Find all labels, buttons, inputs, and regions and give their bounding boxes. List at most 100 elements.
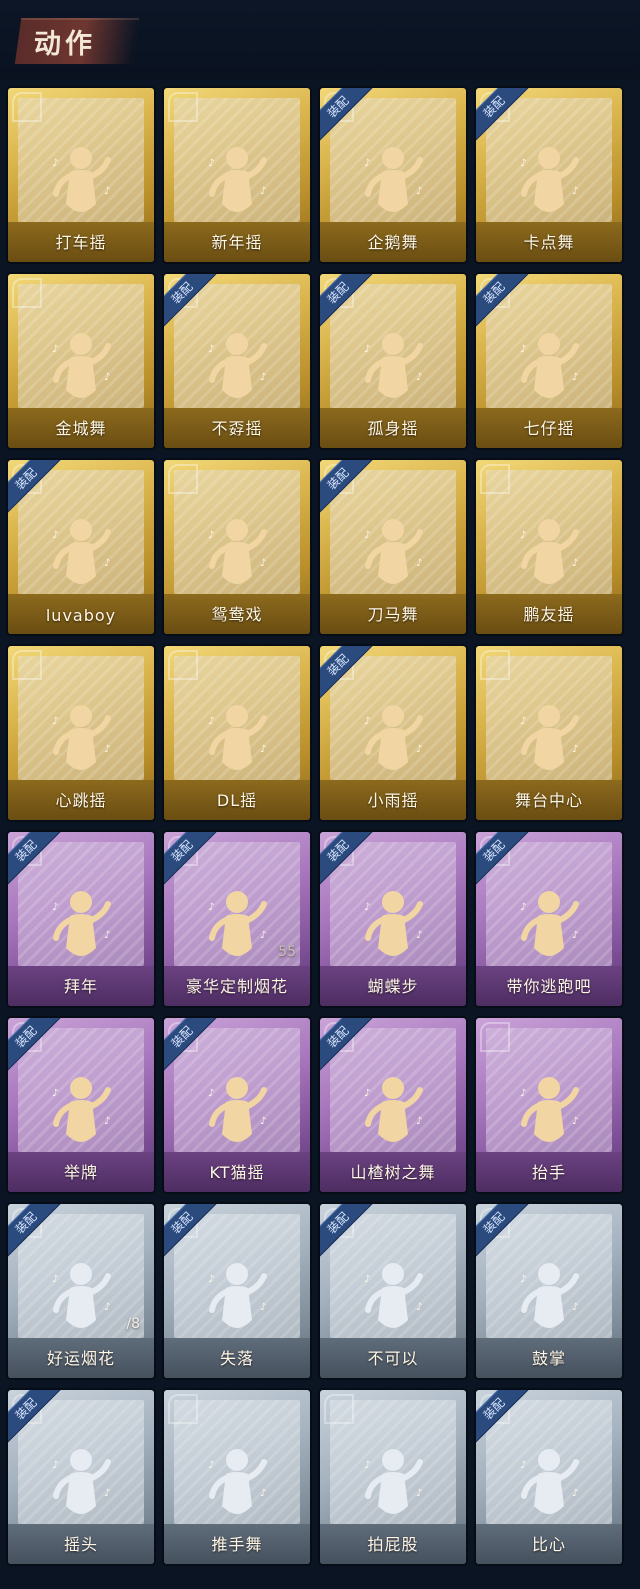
- emote-card[interactable]: ♪ ♪ 山楂树之舞 装配: [320, 1018, 466, 1192]
- svg-text:♪: ♪: [416, 186, 422, 197]
- emote-card[interactable]: ♪ ♪ luvaboy 装配: [8, 460, 154, 634]
- emote-card[interactable]: ♪ ♪ 举牌 装配: [8, 1018, 154, 1192]
- svg-text:♪: ♪: [572, 1302, 578, 1313]
- svg-text:♪: ♪: [572, 744, 578, 755]
- emote-card[interactable]: ♪ ♪ 心跳摇: [8, 646, 154, 820]
- frame-ornament: [168, 464, 198, 494]
- frame-ornament: [324, 1394, 354, 1424]
- emote-card[interactable]: ♪ ♪ DL摇: [164, 646, 310, 820]
- figure-center-icon: ♪ ♪: [514, 700, 584, 784]
- emote-card[interactable]: ♪ ♪ 不孬摇 装配: [164, 274, 310, 448]
- emote-card[interactable]: ♪ ♪ 孤身摇 装配: [320, 274, 466, 448]
- emote-card[interactable]: ♪ ♪ 打车摇: [8, 88, 154, 262]
- emote-name: 企鹅舞: [367, 233, 419, 252]
- figure-run-icon: ♪ ♪: [514, 886, 584, 970]
- svg-text:♪: ♪: [572, 1488, 578, 1499]
- figure-crawl-icon: ♪ ♪: [202, 1258, 272, 1342]
- svg-text:♪: ♪: [104, 744, 110, 755]
- emote-card[interactable]: ♪ ♪ 拜年 装配: [8, 832, 154, 1006]
- emote-name: 刀马舞: [367, 605, 419, 624]
- emote-card[interactable]: ♪ ♪ 小雨摇 装配: [320, 646, 466, 820]
- emote-name: 打车摇: [55, 233, 107, 252]
- figure-v-arms-icon: ♪ ♪: [202, 700, 272, 784]
- figure-lean-icon: ♪ ♪: [358, 700, 428, 784]
- svg-text:♪: ♪: [104, 1488, 110, 1499]
- emote-name: 带你逃跑吧: [506, 977, 592, 996]
- emote-card[interactable]: ♪ ♪ 企鹅舞 装配: [320, 88, 466, 262]
- svg-text:♪: ♪: [572, 558, 578, 569]
- emote-name: 心跳摇: [55, 791, 107, 810]
- figure-raise-arm-icon: ♪ ♪: [202, 328, 272, 412]
- fireworks-icon: ♪ ♪: [202, 886, 272, 970]
- svg-text:♪: ♪: [208, 1460, 214, 1471]
- figure-heartbeat-icon: ♪ ♪: [46, 700, 116, 784]
- finger-wag-icon: ♪ ♪: [358, 1258, 428, 1342]
- emote-card[interactable]: ♪ ♪ 摇头 装配: [8, 1390, 154, 1564]
- svg-text:♪: ♪: [52, 1460, 58, 1471]
- frame-ornament: [168, 650, 198, 680]
- emote-card[interactable]: ♪ ♪ KT猫摇 装配: [164, 1018, 310, 1192]
- svg-text:♪: ♪: [52, 530, 58, 541]
- emote-name: 好运烟花: [46, 1349, 115, 1368]
- figure-heart-icon: ♪ ♪: [46, 142, 116, 226]
- svg-text:♪: ♪: [572, 1116, 578, 1127]
- svg-text:♪: ♪: [208, 902, 214, 913]
- emote-name: 比心: [531, 1535, 566, 1554]
- emote-card[interactable]: ♪ ♪ 卡点舞 装配: [476, 88, 622, 262]
- emote-card[interactable]: ♪ ♪ 舞台中心: [476, 646, 622, 820]
- emote-card[interactable]: ♪ ♪ 鼓掌 装配: [476, 1204, 622, 1378]
- emote-card[interactable]: ♪ ♪ 七仔摇 装配: [476, 274, 622, 448]
- emote-card[interactable]: ♪ ♪ 鹏友摇: [476, 460, 622, 634]
- emote-name: 鹏友摇: [523, 605, 575, 624]
- emote-card[interactable]: ♪ ♪ 比心 装配: [476, 1390, 622, 1564]
- emote-name: 失落: [219, 1349, 254, 1368]
- figure-elbow-icon: ♪ ♪: [46, 514, 116, 598]
- svg-text:♪: ♪: [416, 744, 422, 755]
- emote-card[interactable]: ♪ ♪ 金城舞: [8, 274, 154, 448]
- figure-clap-icon: ♪ ♪: [202, 514, 272, 598]
- item-count: /8: [126, 1316, 140, 1332]
- svg-text:♪: ♪: [520, 344, 526, 355]
- emote-name: 不孬摇: [211, 419, 263, 438]
- frame-ornament: [12, 92, 42, 122]
- emote-card[interactable]: ♪ ♪ 好运烟花/8 装配: [8, 1204, 154, 1378]
- svg-text:♪: ♪: [260, 1488, 266, 1499]
- item-count: 55: [278, 944, 296, 960]
- emote-name: 蝴蝶步: [367, 977, 419, 996]
- svg-text:♪: ♪: [364, 716, 370, 727]
- emote-card[interactable]: ♪ ♪ 拍屁股: [320, 1390, 466, 1564]
- frame-ornament: [480, 1022, 510, 1052]
- svg-text:♪: ♪: [260, 558, 266, 569]
- svg-text:♪: ♪: [260, 744, 266, 755]
- emote-name: 鼓掌: [531, 1349, 566, 1368]
- svg-text:♪: ♪: [52, 716, 58, 727]
- emote-name: 拜年: [63, 977, 98, 996]
- emote-card[interactable]: ♪ ♪ 新年摇: [164, 88, 310, 262]
- finger-heart-icon: ♪ ♪: [514, 1444, 584, 1528]
- frame-ornament: [12, 650, 42, 680]
- emote-name: 小雨摇: [367, 791, 419, 810]
- emote-name: 摇头: [63, 1535, 98, 1554]
- svg-text:♪: ♪: [416, 1116, 422, 1127]
- emote-card[interactable]: ♪ ♪ 刀马舞 装配: [320, 460, 466, 634]
- frame-ornament: [480, 464, 510, 494]
- svg-text:♪: ♪: [520, 716, 526, 727]
- emote-card[interactable]: ♪ ♪ 带你逃跑吧 装配: [476, 832, 622, 1006]
- svg-text:♪: ♪: [208, 344, 214, 355]
- svg-text:♪: ♪: [364, 1274, 370, 1285]
- figure-cross-arm-icon: ♪ ♪: [514, 328, 584, 412]
- emote-card[interactable]: ♪ ♪ 不可以 装配: [320, 1204, 466, 1378]
- emote-card[interactable]: ♪ ♪ 抬手: [476, 1018, 622, 1192]
- figure-wave-icon: ♪ ♪: [46, 328, 116, 412]
- emote-card[interactable]: ♪ ♪ 蝴蝶步 装配: [320, 832, 466, 1006]
- frame-ornament: [168, 1394, 198, 1424]
- svg-text:♪: ♪: [572, 930, 578, 941]
- figure-arms-wide-icon: ♪ ♪: [514, 514, 584, 598]
- svg-text:♪: ♪: [364, 1088, 370, 1099]
- emote-card[interactable]: ♪ ♪ 鸳鸯戏: [164, 460, 310, 634]
- svg-text:♪: ♪: [260, 930, 266, 941]
- emote-card[interactable]: ♪ ♪ 豪华定制烟花 55 装配: [164, 832, 310, 1006]
- raise-hand-icon: ♪ ♪: [514, 1072, 584, 1156]
- emote-card[interactable]: ♪ ♪ 推手舞: [164, 1390, 310, 1564]
- emote-card[interactable]: ♪ ♪ 失落 装配: [164, 1204, 310, 1378]
